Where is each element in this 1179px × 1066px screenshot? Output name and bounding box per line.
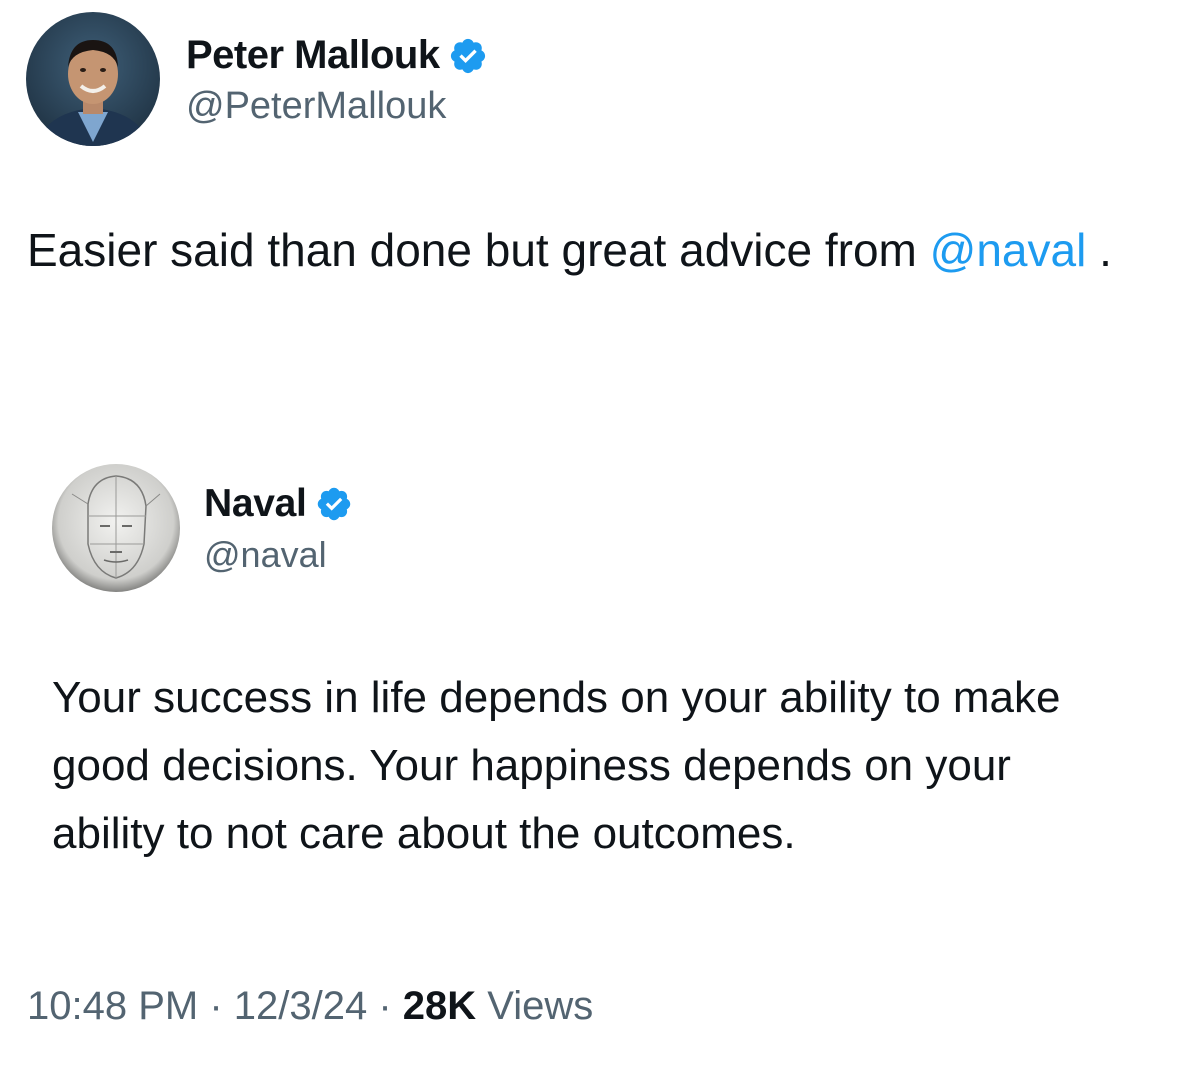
author-block: Peter Mallouk @PeterMallouk (186, 31, 488, 128)
quoted-tweet[interactable]: Naval @naval Your success in life depend… (52, 464, 1132, 858)
tweet-meta: 10:48 PM · 12/3/24 · 28K Views (27, 984, 593, 1029)
mention-link[interactable]: @naval (930, 224, 1087, 276)
quoted-author-name[interactable]: Naval (204, 482, 307, 526)
tweet-text: Easier said than done but great advice f… (27, 218, 1147, 282)
quoted-tweet-text: Your success in life depends on your abi… (52, 673, 1061, 858)
author-name-row: Peter Mallouk (186, 31, 488, 81)
quoted-tweet-header: Naval @naval (52, 464, 1132, 592)
quoted-author-name-row: Naval (204, 480, 353, 528)
author-name[interactable]: Peter Mallouk (186, 33, 440, 78)
quoted-author-block: Naval @naval (204, 480, 353, 576)
author-handle[interactable]: @PeterMallouk (186, 85, 488, 128)
quoted-author-handle[interactable]: @naval (204, 534, 353, 576)
verified-badge-icon (315, 485, 353, 523)
tweet-time[interactable]: 10:48 PM (27, 984, 198, 1028)
meta-separator: · (198, 984, 234, 1028)
views-label: Views (476, 984, 594, 1028)
quoted-author-avatar[interactable] (52, 464, 180, 592)
tweet-date[interactable]: 12/3/24 (234, 984, 367, 1028)
verified-badge-icon (448, 36, 488, 76)
meta-separator: · (367, 984, 403, 1028)
tweet-text-before: Easier said than done but great advice f… (27, 224, 930, 276)
views-count[interactable]: 28K (403, 984, 476, 1028)
author-avatar[interactable] (26, 12, 160, 146)
tweet-header: Peter Mallouk @PeterMallouk (26, 12, 488, 146)
tweet-text-after: . (1086, 224, 1112, 276)
